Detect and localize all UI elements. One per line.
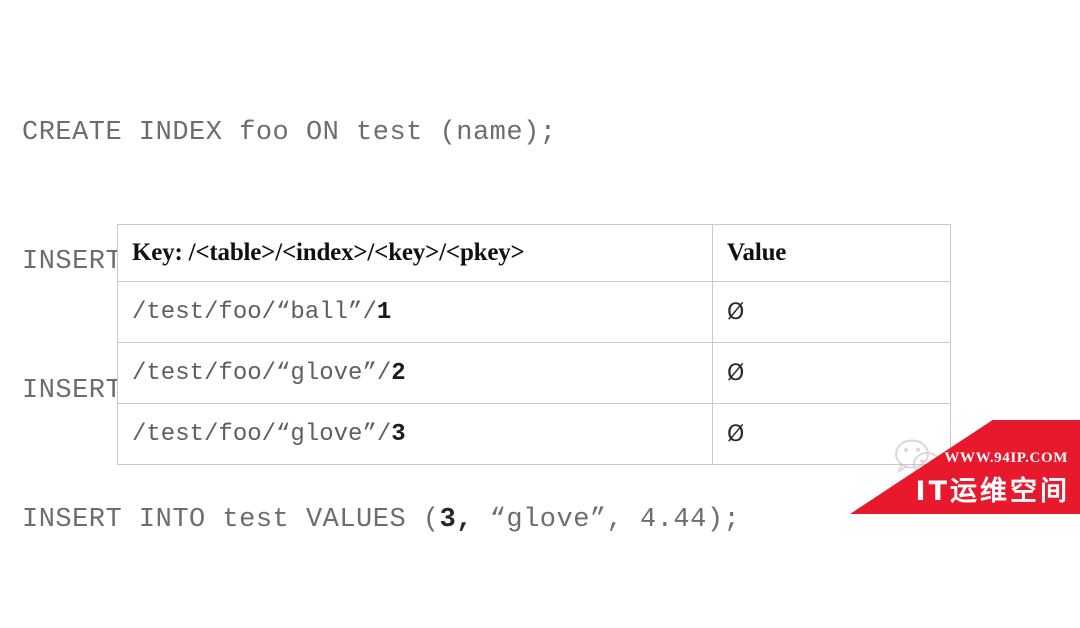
column-header-value: Value [712, 224, 951, 282]
cell-value: Ø [712, 342, 951, 404]
cell-key: /test/foo/“ball”/1 [117, 281, 713, 343]
cell-key: /test/foo/“glove”/3 [117, 403, 713, 465]
cell-key-path: /test/foo/“glove”/ [132, 359, 392, 387]
watermark-url: WWW.94IP.COM [944, 450, 1068, 466]
cell-key-pkey: 2 [391, 359, 406, 387]
cell-key-path: /test/foo/“glove”/ [132, 420, 392, 448]
cell-key-pkey: 1 [376, 298, 392, 326]
code-line-3-em: 3, [439, 505, 473, 535]
table-row: /test/foo/“glove”/2 Ø [117, 342, 951, 404]
table-header-row: Key: /<table>/<index>/<key>/<pkey> Value [117, 224, 951, 282]
code-line-3-pre: INSERT INTO test VALUES ( [22, 505, 440, 535]
table-row: /test/foo/“glove”/3 Ø [117, 403, 951, 465]
slide-canvas: CREATE INDEX foo ON test (name); INSERT … [0, 0, 1080, 535]
cell-key-pkey: 3 [391, 420, 406, 448]
cell-value: Ø [712, 281, 951, 343]
code-line-0-pre: CREATE INDEX foo ON test (name); [22, 118, 557, 148]
cell-value: Ø [712, 403, 951, 465]
cell-key-path: /test/foo/“ball”/ [132, 298, 377, 326]
code-line-3: INSERT INTO test VALUES (3, “glove”, 4.4… [22, 499, 740, 542]
code-line-3-post: “glove”, 4.44); [472, 505, 741, 535]
watermark-brand: IT运维空间 [915, 476, 1070, 507]
cell-key: /test/foo/“glove”/2 [117, 342, 713, 404]
column-header-key: Key: /<table>/<index>/<key>/<pkey> [117, 224, 713, 282]
key-value-table: Key: /<table>/<index>/<key>/<pkey> Value… [117, 224, 951, 465]
code-line-0: CREATE INDEX foo ON test (name); [22, 112, 740, 155]
table-row: /test/foo/“ball”/1 Ø [117, 281, 951, 343]
